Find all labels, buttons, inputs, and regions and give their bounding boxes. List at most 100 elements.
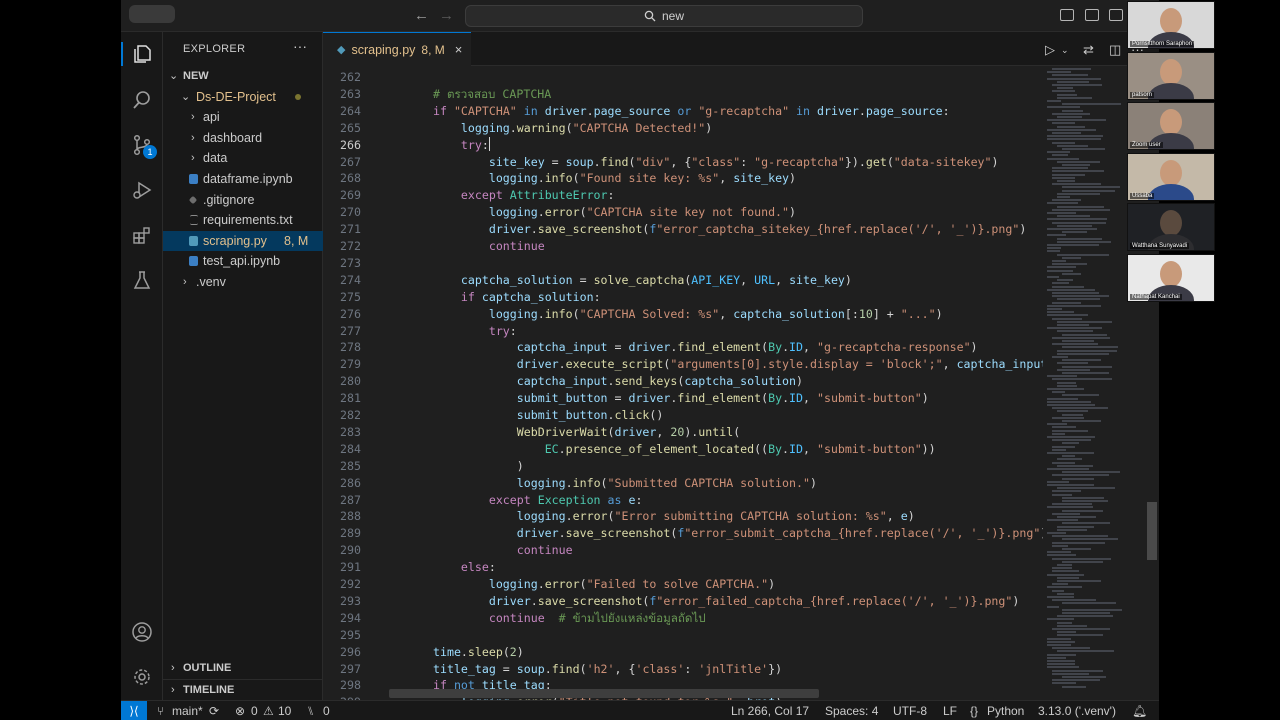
indentation[interactable]: Spaces: 4 [825, 704, 878, 718]
line-ending[interactable]: LF [943, 704, 957, 718]
code-line[interactable]: 280 captcha_input.send_keys(captcha_solu… [323, 373, 1043, 390]
window-controls[interactable] [129, 5, 175, 23]
chevron-down-icon[interactable]: ⌄ [1061, 45, 1069, 56]
git-branch[interactable]: main* [172, 704, 203, 718]
code-line[interactable]: 293 driver.save_screenshot(f"error_faile… [323, 593, 1043, 610]
code-line[interactable]: 295 [323, 627, 1043, 644]
timeline-section[interactable]: › TIMELINE [163, 679, 323, 699]
tab-scraping-py[interactable]: ◆ scraping.py 8, M × [323, 32, 471, 66]
code-line[interactable]: 267 site_key = soup.find("div", {"class"… [323, 154, 1043, 171]
search-icon[interactable] [130, 88, 154, 112]
minimap-line [1057, 368, 1091, 371]
tree-item-test-api[interactable]: test_api.ipynb [163, 251, 323, 271]
toggle-secondary-sidebar-icon[interactable] [1109, 9, 1123, 21]
code-line[interactable]: 271 driver.save_screenshot(f"error_captc… [323, 221, 1043, 238]
code-line[interactable]: 263 # ตรวจสอบ CAPTCHA [323, 86, 1043, 103]
tree-item-gitignore[interactable]: .gitignore [163, 190, 323, 210]
notifications-bell-icon[interactable]: 🔔︎ [1132, 704, 1147, 718]
extensions-icon[interactable] [130, 224, 154, 248]
split-editor-icon[interactable]: ◫ [1109, 42, 1121, 58]
close-icon[interactable]: × [455, 42, 463, 57]
code-line[interactable]: 264 if "CAPTCHA" in driver.page_source or… [323, 103, 1043, 120]
code-line[interactable]: 270 logging.error("CAPTCHA site key not … [323, 204, 1043, 221]
code-line[interactable]: 269 except AttributeError: [323, 187, 1043, 204]
code-line[interactable]: 273 [323, 255, 1043, 272]
more-actions-icon[interactable]: ··· [293, 38, 307, 54]
project-folder[interactable]: ⌄ Ds-DE-Project [163, 87, 323, 107]
code-line[interactable]: 278 captcha_input = driver.find_element(… [323, 339, 1043, 356]
workspace-root[interactable]: ⌄ NEW [163, 66, 323, 86]
tree-item-dataframe[interactable]: dataframe.ipynb [163, 169, 323, 189]
tree-item-dashboard[interactable]: › dashboard [163, 128, 323, 148]
warning-count[interactable]: 10 [278, 704, 291, 718]
toggle-sidebar-icon[interactable] [1060, 9, 1074, 21]
code-view[interactable]: 262 263 # ตรวจสอบ CAPTCHA 264 if "CAPTCHA" i… [323, 66, 1043, 700]
code-line[interactable]: 274 captcha_solution = solve_captcha(API… [323, 272, 1043, 289]
code-line[interactable]: 297 title_tag = soup.find('h2', {'class':… [323, 661, 1043, 678]
code-line[interactable]: 282 submit_button.click() [323, 407, 1043, 424]
outline-section[interactable]: › OUTLINE [163, 658, 323, 678]
participant-video-tile[interactable]: patsorn [1127, 51, 1215, 100]
code-line[interactable]: 276 logging.info("CAPTCHA Solved: %s", c… [323, 306, 1043, 323]
code-line[interactable]: 289 driver.save_screenshot(f"error_submi… [323, 525, 1043, 542]
cursor-position[interactable]: Ln 266, Col 17 [731, 704, 809, 718]
language-mode[interactable]: Python [987, 704, 1024, 718]
minimap-line [1047, 573, 1085, 576]
run-debug-icon[interactable] [130, 178, 154, 202]
error-count[interactable]: 0 [251, 704, 258, 718]
python-interpreter[interactable]: 3.13.0 ('.venv') [1038, 704, 1116, 718]
remote-icon[interactable]: ⟩⟨ [121, 701, 147, 720]
code-line[interactable]: 294 continue # ข้ามไปยังแหล่งข้อมูลถัดไป [323, 610, 1043, 627]
testing-flask-icon[interactable] [130, 268, 154, 292]
code-line[interactable]: 275 if captcha_solution: [323, 289, 1043, 306]
vertical-scrollbar[interactable] [1147, 502, 1157, 560]
account-icon[interactable] [130, 620, 154, 644]
participant-video-tile[interactable]: Zoom user [1127, 102, 1215, 150]
code-line[interactable]: 292 logging.error("Failed to solve CAPTC… [323, 576, 1043, 593]
code-text: EC.presence_of_element_located((By.ID, "… [544, 441, 936, 456]
command-center-search[interactable]: new [465, 5, 863, 27]
code-line[interactable]: 262 [323, 69, 1043, 86]
minimap-line [1047, 554, 1076, 557]
code-line[interactable]: 291 else: [323, 559, 1043, 576]
compare-changes-icon[interactable]: ⇄ [1083, 42, 1094, 58]
tree-item-scraping[interactable]: scraping.py 8, M [163, 231, 323, 251]
participant-video-tile[interactable]: Pornsitthorn Saraphon [1127, 1, 1215, 49]
run-icon[interactable]: ▷ [1045, 42, 1055, 58]
code-line[interactable]: 286 logging.info("Submitted CAPTCHA solu… [323, 475, 1043, 492]
participant-video-tile[interactable]: Ussaba [1127, 152, 1215, 201]
horizontal-scrollbar[interactable] [389, 689, 819, 698]
code-line[interactable]: 279 driver.execute_script("arguments[0].… [323, 356, 1043, 373]
minimap-line [1057, 180, 1076, 182]
back-arrow-icon[interactable]: ← [414, 7, 429, 24]
code-line[interactable]: 290 continue [323, 542, 1043, 559]
forward-arrow-icon[interactable]: → [439, 7, 454, 24]
toggle-panel-icon[interactable] [1085, 9, 1099, 21]
tree-item-requirements[interactable]: requirements.txt [163, 210, 323, 230]
sync-icon[interactable]: ⟳ [209, 704, 219, 718]
participant-video-tile[interactable]: Nathapat Kanchai [1127, 253, 1215, 302]
code-line[interactable]: 272 continue [323, 238, 1043, 255]
code-line[interactable]: 288 logging.error("Error submitting CAPT… [323, 508, 1043, 525]
tree-item-api[interactable]: › api [163, 107, 323, 127]
ports-count[interactable]: 0 [323, 704, 330, 718]
minimap-line [1047, 404, 1095, 406]
code-line[interactable]: 265 logging.warning("CAPTCHA Detected!") [323, 120, 1043, 137]
explorer-icon[interactable] [130, 42, 154, 66]
code-line[interactable]: 296 time.sleep(2) [323, 644, 1043, 661]
code-line[interactable]: 284 EC.presence_of_element_located((By.I… [323, 441, 1043, 458]
code-line[interactable]: 266 try: [323, 136, 1043, 154]
tree-item-data[interactable]: › data [163, 148, 323, 168]
code-line[interactable]: 283 WebDriverWait(driver, 20).until( [323, 424, 1043, 441]
code-line[interactable]: 277 try: [323, 323, 1043, 340]
settings-gear-icon[interactable] [130, 665, 154, 689]
code-line[interactable]: 281 submit_button = driver.find_element(… [323, 390, 1043, 407]
code-line[interactable]: 285 ) [323, 458, 1043, 475]
code-line[interactable]: 287 except Exception as e: [323, 492, 1043, 509]
chevron-down-icon: ⌄ [169, 70, 179, 82]
tree-item-venv[interactable]: › .venv [163, 272, 323, 292]
code-line[interactable]: 268 logging.info("Found site key: %s", s… [323, 170, 1043, 187]
minimap[interactable] [1047, 66, 1139, 700]
encoding[interactable]: UTF-8 [893, 704, 927, 718]
participant-video-tile[interactable]: Watthana Sunyavadi [1127, 203, 1215, 251]
